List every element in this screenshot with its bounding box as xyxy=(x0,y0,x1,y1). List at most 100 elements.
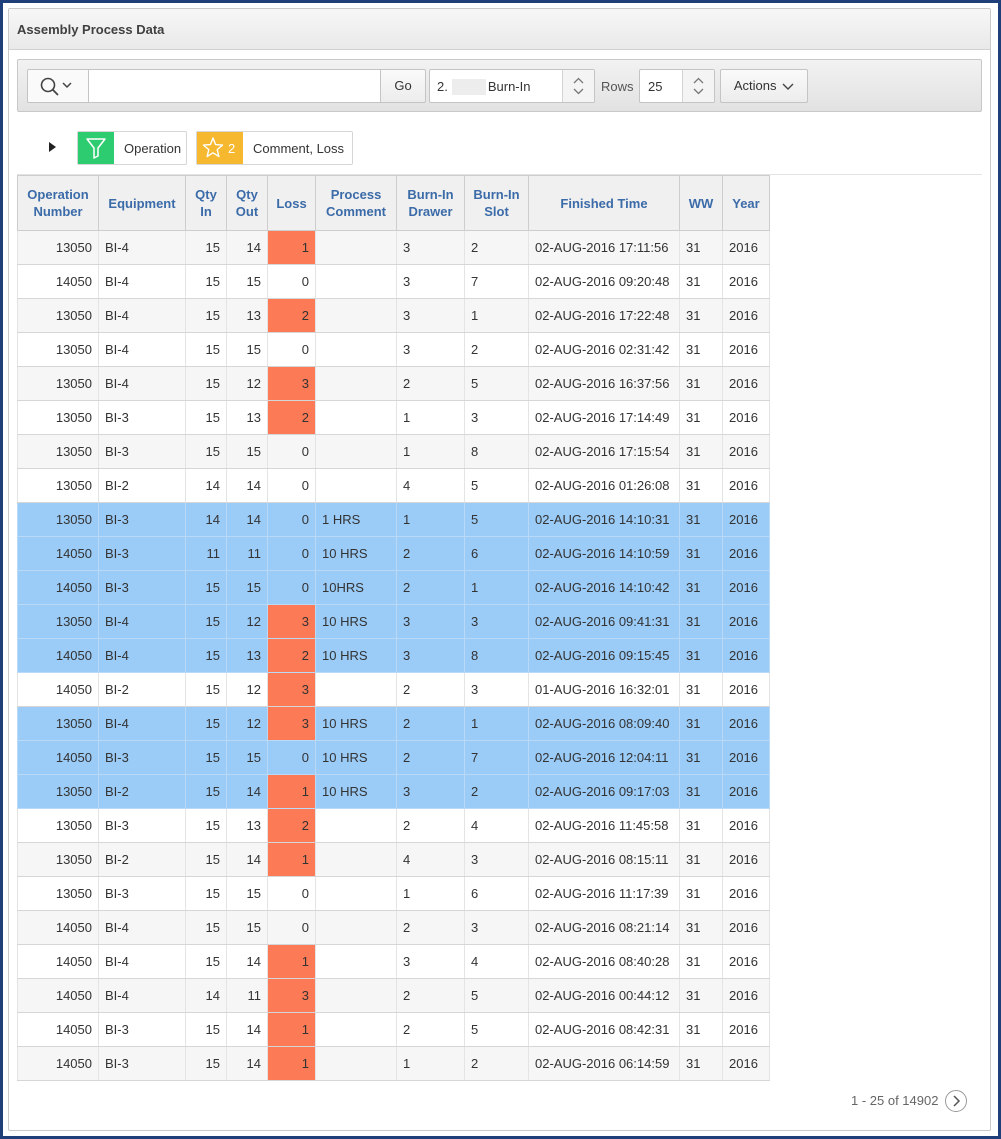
cell-year: 2016 xyxy=(722,366,770,401)
saved-report-select[interactable]: 2. Burn-In xyxy=(429,69,595,103)
table-row: 14050 BI-3 15 14 1 2 5 02-AUG-2016 08:42:31 31 20… xyxy=(17,1012,770,1047)
cell-equipment: BI-4 xyxy=(98,978,186,1013)
cell-burn-in-slot: 7 xyxy=(464,740,529,775)
cell-qty-out: 13 xyxy=(226,298,268,333)
cell-finished-time: 02-AUG-2016 09:20:48 xyxy=(528,264,680,299)
cell-ww: 31 xyxy=(679,876,723,911)
cell-ww: 31 xyxy=(679,910,723,945)
cell-qty-in: 15 xyxy=(185,944,227,979)
cell-loss: 0 xyxy=(267,434,316,469)
cell-loss: 0 xyxy=(267,910,316,945)
cell-year: 2016 xyxy=(722,332,770,367)
cell-operation-number: 13050 xyxy=(17,876,99,911)
cell-burn-in-slot: 2 xyxy=(464,332,529,367)
col-header-year[interactable]: Year xyxy=(722,175,770,231)
cell-finished-time: 02-AUG-2016 08:21:14 xyxy=(528,910,680,945)
cell-qty-out: 14 xyxy=(226,468,268,503)
cell-process-comment xyxy=(315,910,397,945)
col-header-ww[interactable]: WW xyxy=(679,175,723,231)
search-column-button[interactable] xyxy=(27,69,89,103)
col-header-loss[interactable]: Loss xyxy=(267,175,316,231)
pagination-text: 1 - 25 of 14902 xyxy=(851,1093,939,1108)
filter-chip-highlight[interactable]: 2 Comment, Loss xyxy=(196,131,353,165)
table-header-row: Operation Number Equipment Qty In Qty Ou… xyxy=(17,175,770,231)
cell-loss: 3 xyxy=(267,978,316,1013)
col-header-operation-number[interactable]: Operation Number xyxy=(17,175,99,231)
cell-year: 2016 xyxy=(722,876,770,911)
cell-year: 2016 xyxy=(722,910,770,945)
table-body: 13050 BI-4 15 14 1 3 2 02-AUG-2016 17:11:56 31 20… xyxy=(17,230,770,1081)
table-row: 13050 BI-2 15 14 1 4 3 02-AUG-2016 08:15:11 31 20… xyxy=(17,842,770,877)
cell-ww: 31 xyxy=(679,468,723,503)
cell-year: 2016 xyxy=(722,842,770,877)
rows-per-page-select[interactable]: 25 xyxy=(639,69,715,103)
cell-finished-time: 02-AUG-2016 01:26:08 xyxy=(528,468,680,503)
cell-equipment: BI-4 xyxy=(98,264,186,299)
cell-burn-in-slot: 3 xyxy=(464,672,529,707)
cell-process-comment xyxy=(315,808,397,843)
table-row: 13050 BI-3 15 15 0 1 8 02-AUG-2016 17:15:54 31 20… xyxy=(17,434,770,469)
cell-loss: 0 xyxy=(267,502,316,537)
cell-qty-in: 15 xyxy=(185,774,227,809)
table-row: 13050 BI-4 15 15 0 3 2 02-AUG-2016 02:31:42 31 20… xyxy=(17,332,770,367)
cell-burn-in-slot: 7 xyxy=(464,264,529,299)
cell-equipment: BI-4 xyxy=(98,332,186,367)
cell-qty-out: 14 xyxy=(226,774,268,809)
col-header-qty-in[interactable]: Qty In xyxy=(185,175,227,231)
filter-chip-label: Comment, Loss xyxy=(253,141,345,156)
cell-finished-time: 02-AUG-2016 17:14:49 xyxy=(528,400,680,435)
cell-year: 2016 xyxy=(722,434,770,469)
cell-equipment: BI-4 xyxy=(98,706,186,741)
cell-burn-in-slot: 2 xyxy=(464,774,529,809)
redacted-mask xyxy=(451,78,486,95)
cell-process-comment xyxy=(315,468,397,503)
col-header-qty-out[interactable]: Qty Out xyxy=(226,175,268,231)
cell-loss: 1 xyxy=(267,944,316,979)
cell-ww: 31 xyxy=(679,1012,723,1047)
cell-burn-in-slot: 3 xyxy=(464,910,529,945)
cell-loss: 2 xyxy=(267,298,316,333)
cell-equipment: BI-4 xyxy=(98,230,186,265)
filter-chip-operation[interactable]: Operation xyxy=(77,131,187,165)
actions-menu-button[interactable]: Actions xyxy=(720,69,808,103)
cell-qty-out: 14 xyxy=(226,842,268,877)
cell-finished-time: 02-AUG-2016 17:15:54 xyxy=(528,434,680,469)
cell-burn-in-slot: 5 xyxy=(464,978,529,1013)
cell-qty-out: 12 xyxy=(226,366,268,401)
go-button[interactable]: Go xyxy=(380,69,426,103)
cell-burn-in-slot: 6 xyxy=(464,876,529,911)
cell-burn-in-drawer: 2 xyxy=(396,570,465,605)
saved-report-label: Burn-In xyxy=(487,79,531,94)
next-page-button[interactable] xyxy=(945,1090,967,1112)
cell-process-comment: 10 HRS xyxy=(315,740,397,775)
cell-qty-in: 15 xyxy=(185,910,227,945)
cell-qty-out: 14 xyxy=(226,1046,268,1081)
cell-qty-in: 15 xyxy=(185,400,227,435)
cell-year: 2016 xyxy=(722,672,770,707)
col-header-burn-in-slot[interactable]: Burn-In Slot xyxy=(464,175,529,231)
cell-ww: 31 xyxy=(679,842,723,877)
search-icon xyxy=(40,77,72,96)
cell-loss: 0 xyxy=(267,570,316,605)
col-header-process-comment[interactable]: Process Comment xyxy=(315,175,397,231)
search-input[interactable] xyxy=(89,69,381,103)
cell-burn-in-slot: 8 xyxy=(464,434,529,469)
cell-equipment: BI-3 xyxy=(98,1012,186,1047)
cell-burn-in-drawer: 2 xyxy=(396,366,465,401)
col-header-burn-in-drawer[interactable]: Burn-In Drawer xyxy=(396,175,465,231)
rows-label: Rows xyxy=(601,79,634,94)
table-row: 14050 BI-4 15 14 1 3 4 02-AUG-2016 08:40:28 31 20… xyxy=(17,944,770,979)
cell-operation-number: 13050 xyxy=(17,434,99,469)
cell-finished-time: 02-AUG-2016 08:42:31 xyxy=(528,1012,680,1047)
col-header-equipment[interactable]: Equipment xyxy=(98,175,186,231)
cell-equipment: BI-2 xyxy=(98,774,186,809)
cell-qty-in: 14 xyxy=(185,468,227,503)
cell-year: 2016 xyxy=(722,230,770,265)
expand-filters-icon[interactable] xyxy=(49,142,56,152)
cell-operation-number: 13050 xyxy=(17,366,99,401)
col-header-finished-time[interactable]: Finished Time xyxy=(528,175,680,231)
cell-qty-in: 15 xyxy=(185,298,227,333)
cell-process-comment: 10 HRS xyxy=(315,638,397,673)
cell-process-comment xyxy=(315,332,397,367)
cell-equipment: BI-4 xyxy=(98,604,186,639)
